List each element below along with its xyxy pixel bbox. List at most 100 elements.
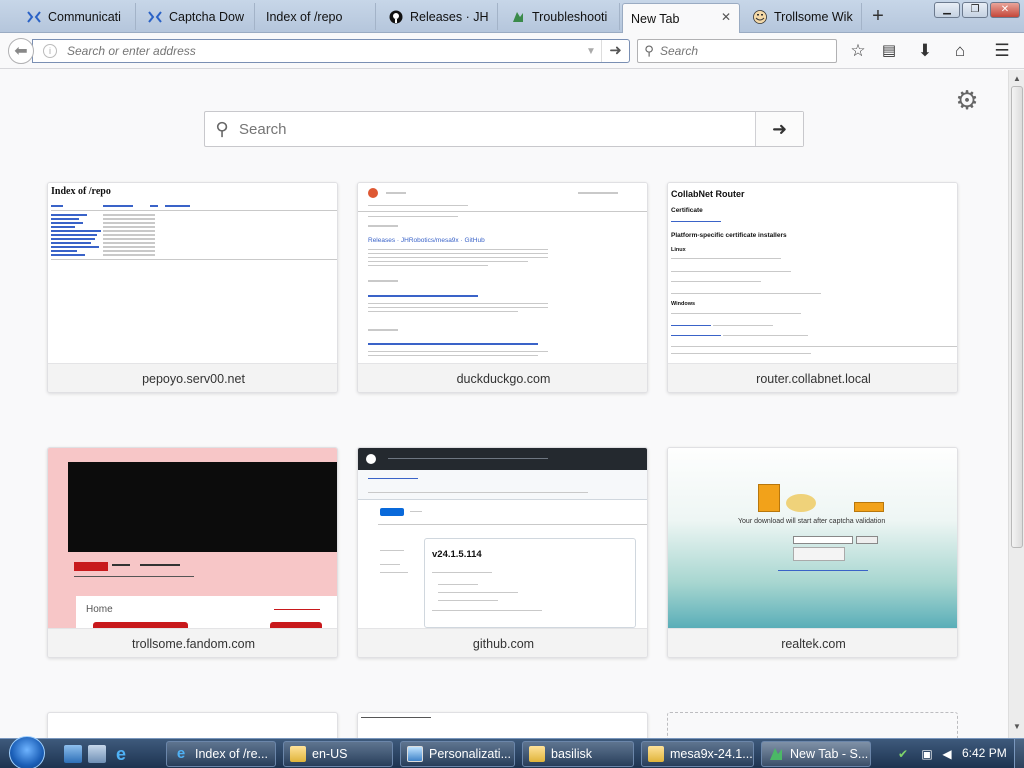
hamburger-menu-icon[interactable]: ☰ — [990, 40, 1014, 62]
x-logo-icon — [26, 9, 42, 25]
folder-icon — [648, 746, 664, 762]
url-input[interactable] — [67, 44, 581, 58]
thumb-title: Your download will start after captcha v… — [738, 518, 886, 525]
dropdown-arrow-icon[interactable]: ▼ — [581, 46, 601, 57]
taskbar-item[interactable]: Personalizati... — [400, 741, 515, 767]
show-desktop-quicklaunch-icon[interactable] — [64, 745, 82, 763]
tab-title: Troubleshooti — [532, 9, 608, 24]
tab-communication[interactable]: Communicati — [18, 3, 136, 30]
scroll-down-arrow-icon[interactable]: ▼ — [1012, 722, 1022, 731]
tab-trollsome-wiki[interactable]: Trollsome Wik — [744, 3, 862, 30]
tab-title: Communicati — [48, 9, 121, 24]
newtab-search-box[interactable]: ⚲ ➜ — [204, 111, 804, 147]
search-go-arrow-icon[interactable]: ➜ — [755, 112, 803, 146]
go-arrow-icon[interactable]: ➜ — [601, 40, 629, 62]
url-bar[interactable]: i ▼ ➜ — [32, 39, 630, 63]
top-site-tile[interactable]: Index of /repo pepoyo.serv00.net — [47, 182, 338, 393]
info-icon[interactable]: i — [43, 44, 57, 58]
new-tab-page: ⚙ ⚲ ➜ Index of /repo pepoyo.serv00.net — [0, 70, 1008, 738]
x-logo-icon — [147, 9, 163, 25]
taskbar-item-label: en-US — [312, 747, 348, 761]
scroll-up-arrow-icon[interactable]: ▲ — [1012, 74, 1022, 83]
start-button[interactable] — [9, 736, 45, 768]
taskbar-item[interactable]: mesa9x-24.1.... — [641, 741, 754, 767]
top-site-tile[interactable] — [357, 712, 648, 738]
tab-index-of-repo[interactable]: Index of /repo — [258, 3, 376, 30]
new-tab-button[interactable]: + — [866, 5, 890, 27]
close-tab-icon[interactable]: ✕ — [721, 10, 731, 24]
thumb-title: Index of /repo — [51, 186, 111, 197]
show-desktop-button[interactable] — [1014, 739, 1024, 768]
tile-thumbnail: Your download will start after captcha v… — [668, 448, 957, 628]
magnifier-icon: ⚲ — [215, 118, 229, 139]
ie-icon[interactable]: e — [112, 745, 130, 763]
wolf-icon — [768, 746, 784, 762]
top-site-tile[interactable]: CollabNet Router Certificate Platform-sp… — [667, 182, 958, 393]
thumb-title: CollabNet Router — [671, 189, 745, 199]
bookmark-star-icon[interactable]: ☆ — [846, 40, 870, 62]
switch-windows-icon[interactable] — [88, 745, 106, 763]
maximize-button[interactable]: ❐ — [962, 2, 988, 18]
tile-label: router.collabnet.local — [668, 363, 957, 392]
navigation-toolbar: i ▼ ➜ ⬅ ⚲ ☆ ▤ ⬇ ⌂ ☰ — [0, 33, 1024, 69]
github-icon — [388, 9, 404, 25]
tile-label: duckduckgo.com — [358, 363, 647, 392]
bookmarks-menu-icon[interactable]: ▤ — [877, 40, 901, 62]
taskbar-item-active[interactable]: New Tab - S... — [761, 741, 871, 767]
windows-taskbar: e e Index of /re... en-US Personalizati.… — [0, 736, 1024, 768]
wolf-icon — [510, 9, 526, 25]
taskbar-clock[interactable]: 6:42 PM — [962, 746, 1007, 760]
newtab-search-input[interactable] — [239, 112, 755, 146]
empty-tile-placeholder — [667, 712, 958, 738]
tile-label: github.com — [358, 628, 647, 657]
downloads-icon[interactable]: ⬇ — [913, 40, 937, 62]
taskbar-item[interactable]: e Index of /re... — [166, 741, 276, 767]
thumb-title: Releases · JHRobotics/mesa9x · GitHub — [368, 237, 485, 244]
tab-strip: Communicati Captcha Dow Index of /repo R… — [0, 0, 1024, 33]
thumb-heading: Certificate — [671, 207, 703, 214]
thumb-heading: Windows — [671, 301, 696, 307]
ie-icon: e — [176, 745, 186, 762]
magnifier-icon: ⚲ — [644, 43, 654, 58]
thumb-title: Home — [86, 604, 113, 615]
action-center-icon[interactable]: ✔ — [896, 747, 910, 761]
top-site-tile[interactable] — [47, 712, 338, 738]
volume-muted-icon[interactable]: ◀ — [940, 747, 954, 761]
home-icon[interactable]: ⌂ — [948, 40, 972, 62]
taskbar-item[interactable]: basilisk — [522, 741, 634, 767]
minimize-button[interactable]: ▁ — [934, 2, 960, 18]
search-bar[interactable]: ⚲ — [637, 39, 837, 63]
tile-thumbnail: v24.1.5.114 — [358, 448, 647, 628]
top-site-tile[interactable]: Releases · JHRobotics/mesa9x · GitHub du… — [357, 182, 648, 393]
folder-icon — [290, 746, 306, 762]
tab-title: Captcha Dow — [169, 9, 245, 24]
tab-title: Trollsome Wik — [774, 9, 853, 24]
taskbar-item[interactable]: en-US — [283, 741, 393, 767]
tab-title: Releases · JHR — [410, 9, 489, 24]
tab-title: Index of /repo — [266, 9, 343, 24]
tab-new-tab[interactable]: New Tab ✕ — [622, 3, 740, 33]
tile-thumbnail: Home — [48, 448, 337, 628]
top-site-tile[interactable]: Your download will start after captcha v… — [667, 447, 958, 658]
taskbar-item-label: Personalizati... — [429, 747, 511, 761]
tab-releases[interactable]: Releases · JHR — [380, 3, 498, 30]
top-site-tile[interactable]: Home trollsome.fandom.com — [47, 447, 338, 658]
folder-icon — [529, 746, 545, 762]
search-input[interactable] — [660, 44, 836, 58]
tab-troubleshooting[interactable]: Troubleshooti — [502, 3, 620, 30]
settings-gear-icon[interactable]: ⚙ — [953, 86, 981, 114]
scrollbar-thumb[interactable] — [1011, 86, 1023, 548]
tile-label: realtek.com — [668, 628, 957, 657]
taskbar-item-label: mesa9x-24.1.... — [670, 747, 754, 761]
back-button[interactable]: ⬅ — [8, 38, 34, 64]
thumb-title: v24.1.5.114 — [432, 549, 482, 560]
close-window-button[interactable]: ✕ — [990, 2, 1020, 18]
taskbar-item-label: New Tab - S... — [790, 747, 869, 761]
top-site-tile[interactable]: v24.1.5.114 github.com — [357, 447, 648, 658]
tab-captcha-download[interactable]: Captcha Dow — [139, 3, 255, 30]
back-arrow-icon: ⬅ — [14, 43, 28, 60]
troll-face-icon — [752, 9, 768, 25]
tile-thumbnail: Releases · JHRobotics/mesa9x · GitHub — [358, 183, 647, 363]
vertical-scrollbar[interactable]: ▲ ▼ — [1008, 70, 1024, 738]
network-icon[interactable]: ▣ — [920, 747, 934, 761]
